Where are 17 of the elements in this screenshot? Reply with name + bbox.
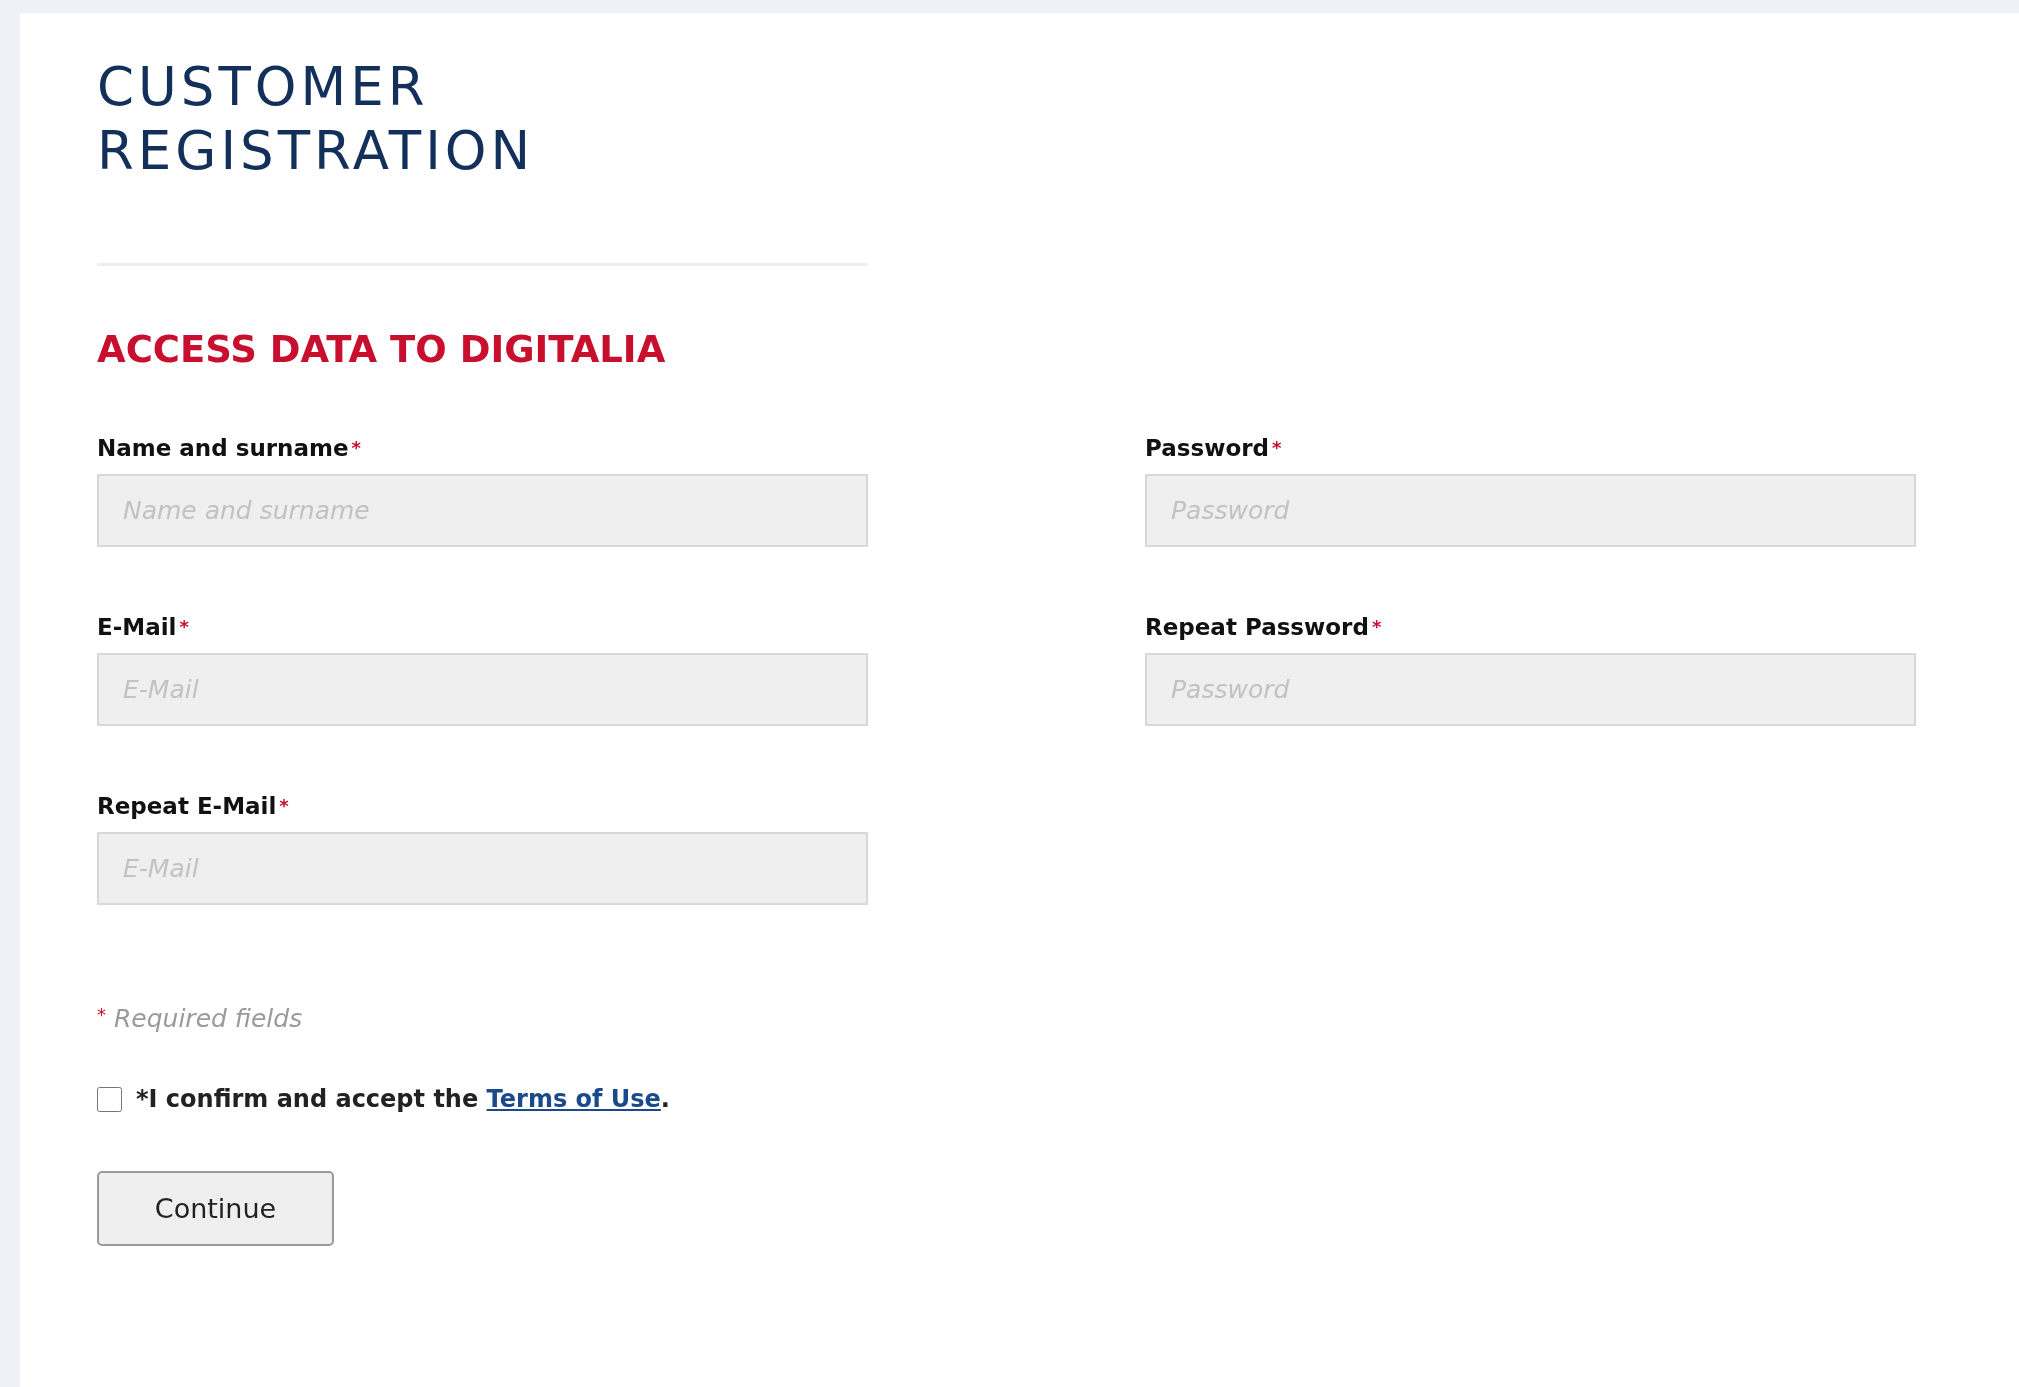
continue-button[interactable]: Continue: [97, 1171, 334, 1246]
required-mark: *: [351, 437, 361, 458]
section-heading: ACCESS DATA TO DIGITALIA: [97, 328, 667, 371]
required-mark: *: [179, 616, 189, 637]
field-label: Repeat Password*: [1145, 613, 1382, 642]
required-mark: *: [1272, 437, 1282, 458]
required-mark: *: [1371, 616, 1382, 637]
page-title: CUSTOMER REGISTRATION: [97, 55, 536, 183]
field-label: Password*: [1145, 434, 1282, 463]
field-label: Repeat E-Mail*: [97, 792, 289, 821]
field-label: Name and surname*: [97, 434, 361, 463]
required-note: * Required fields: [97, 1004, 303, 1033]
terms-text: *I confirm and accept the Terms of Use.: [136, 1085, 670, 1113]
required-mark: *: [279, 795, 289, 816]
field-label: E-Mail*: [97, 613, 189, 642]
checkbox[interactable]: [97, 1086, 122, 1112]
terms-link[interactable]: Terms of Use: [486, 1085, 661, 1113]
